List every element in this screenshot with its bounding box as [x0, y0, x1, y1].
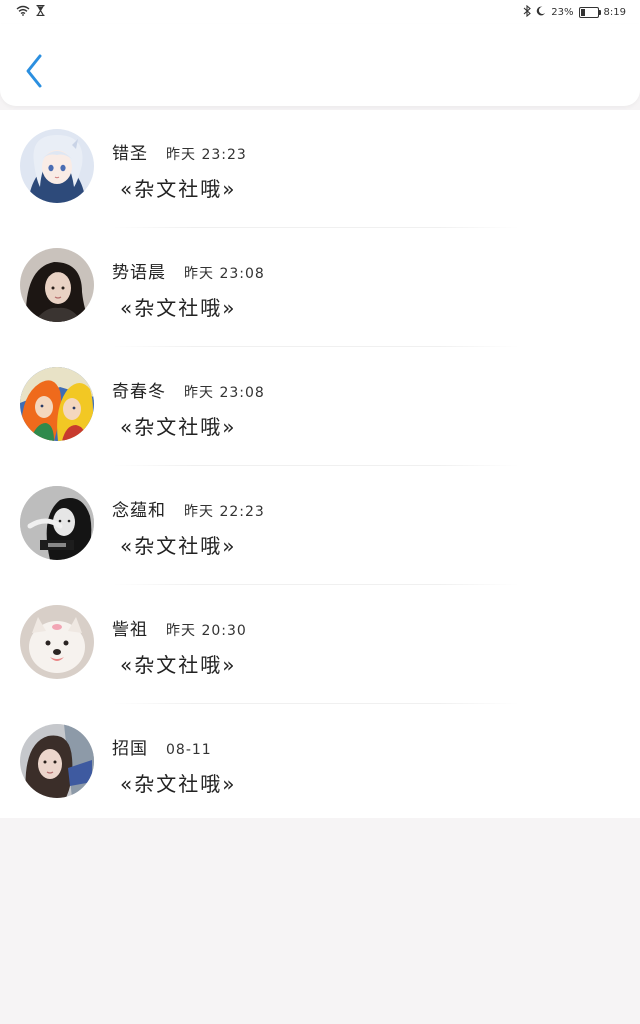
conversation-item[interactable]: 错圣 昨天 23:23 «杂文社哦» [0, 110, 640, 228]
chevron-left-icon [26, 54, 42, 88]
item-head: 势语晨 昨天 23:08 [112, 258, 265, 283]
battery-percent: 23% [551, 7, 574, 18]
battery-icon [578, 7, 601, 18]
header-bar [0, 24, 640, 106]
item-head: 念蕴和 昨天 22:23 [112, 496, 265, 521]
avatar [20, 129, 94, 203]
divider [112, 465, 520, 466]
divider [112, 227, 520, 228]
battery-level [580, 9, 585, 16]
contact-name: 错圣 [112, 144, 148, 164]
conversation-item[interactable]: 念蕴和 昨天 22:23 «杂文社哦» [0, 467, 640, 585]
divider [112, 346, 520, 347]
conversation-item[interactable]: 势语晨 昨天 23:08 «杂文社哦» [0, 229, 640, 347]
contact-name: 訾祖 [112, 620, 148, 640]
bluetooth-icon [523, 4, 532, 20]
message-time: 昨天 23:23 [166, 147, 247, 163]
conversation-item[interactable]: 奇春冬 昨天 23:08 «杂文社哦» [0, 348, 640, 466]
status-bar: 23% 8:19 [0, 0, 640, 24]
status-left [16, 4, 45, 19]
message-preview: «杂文社哦» [120, 177, 237, 201]
moon-icon [536, 6, 546, 19]
message-time: 昨天 23:08 [184, 385, 265, 401]
message-time: 昨天 20:30 [166, 623, 247, 639]
avatar [20, 724, 94, 798]
divider [112, 703, 520, 704]
avatar [20, 248, 94, 322]
item-head: 招国 08-11 [112, 734, 212, 759]
status-right: 23% 8:19 [523, 4, 626, 20]
contact-name: 奇春冬 [112, 382, 166, 402]
message-preview: «杂文社哦» [120, 772, 237, 796]
message-time: 昨天 23:08 [184, 266, 265, 282]
back-button[interactable] [18, 50, 52, 92]
avatar [20, 605, 94, 679]
item-head: 错圣 昨天 23:23 [112, 139, 247, 164]
avatar [20, 367, 94, 441]
status-time: 8:19 [603, 7, 626, 18]
contact-name: 势语晨 [112, 263, 166, 283]
message-preview: «杂文社哦» [120, 415, 237, 439]
message-preview: «杂文社哦» [120, 296, 237, 320]
message-preview: «杂文社哦» [120, 534, 237, 558]
message-preview: «杂文社哦» [120, 653, 237, 677]
conversation-item[interactable]: 招国 08-11 «杂文社哦» [0, 705, 640, 823]
contact-name: 念蕴和 [112, 501, 166, 521]
message-time: 昨天 22:23 [184, 504, 265, 520]
item-head: 訾祖 昨天 20:30 [112, 615, 247, 640]
item-head: 奇春冬 昨天 23:08 [112, 377, 265, 402]
avatar [20, 486, 94, 560]
conversation-list: 错圣 昨天 23:23 «杂文社哦» 势语晨 昨天 23:08 «杂文社哦» 奇… [0, 110, 640, 818]
hourglass-icon [36, 4, 45, 19]
wifi-icon [16, 5, 30, 19]
message-time: 08-11 [166, 742, 212, 758]
conversation-item[interactable]: 訾祖 昨天 20:30 «杂文社哦» [0, 586, 640, 704]
contact-name: 招国 [112, 739, 148, 759]
divider [112, 584, 520, 585]
